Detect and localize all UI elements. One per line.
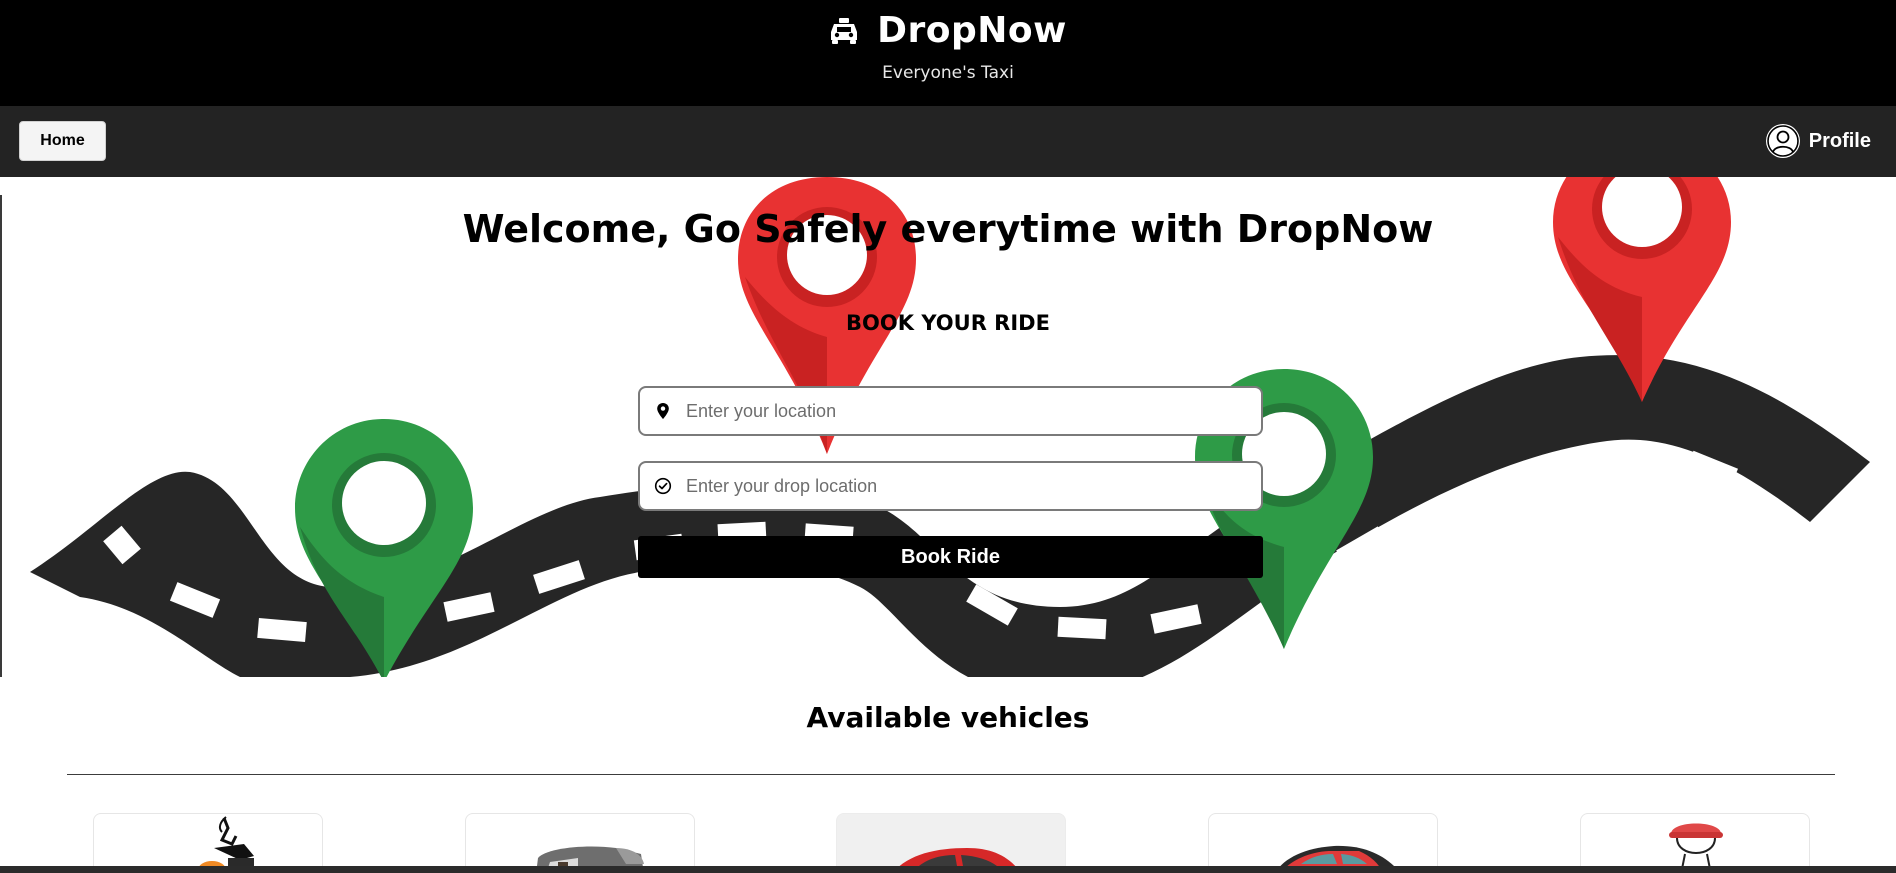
vehicle-card-sports-car[interactable] [1208,813,1438,873]
sports-car-icon [1274,845,1399,873]
map-pin-icon [657,403,669,419]
auto-rickshaw-icon [536,846,644,873]
vehicle-card-hatchback[interactable] [836,813,1066,873]
user-circle-icon [1765,124,1800,158]
vehicle-card-scooter[interactable] [93,813,323,873]
hero-left-edge [0,195,2,677]
check-circle-icon [654,477,672,495]
book-ride-button[interactable]: Book Ride [638,536,1263,578]
available-vehicles-heading: Available vehicles [806,701,1090,734]
taxi-icon [831,17,858,44]
pickup-location-field[interactable] [638,386,1263,436]
profile-label: Profile [1808,129,1871,152]
hatchback-car-icon [892,848,1022,873]
book-ride-heading: BOOK YOUR RIDE [846,311,1050,335]
window-bottom-strip [0,866,1896,873]
drop-location-input[interactable] [686,475,1246,497]
section-divider [67,774,1835,775]
drop-location-field[interactable] [638,461,1263,511]
welcome-heading: Welcome, Go Safely everytime with DropNo… [462,207,1434,251]
profile-link[interactable]: Profile [1765,123,1871,159]
vehicle-card-auto-rickshaw[interactable] [465,813,695,873]
app-tagline: Everyone's Taxi [882,63,1014,83]
home-button[interactable]: Home [19,121,106,161]
navbar: Home Profile [0,106,1896,177]
scooter-icon [198,816,254,873]
vehicle-card-driver[interactable] [1580,813,1810,873]
app-title: DropNow [877,10,1067,51]
driver-cap-icon [1669,823,1723,873]
brand: DropNow [0,10,1896,51]
pickup-location-input[interactable] [686,400,1246,422]
hero-banner: Welcome, Go Safely everytime with DropNo… [0,177,1896,677]
app-header: DropNow Everyone's Taxi [0,0,1896,106]
